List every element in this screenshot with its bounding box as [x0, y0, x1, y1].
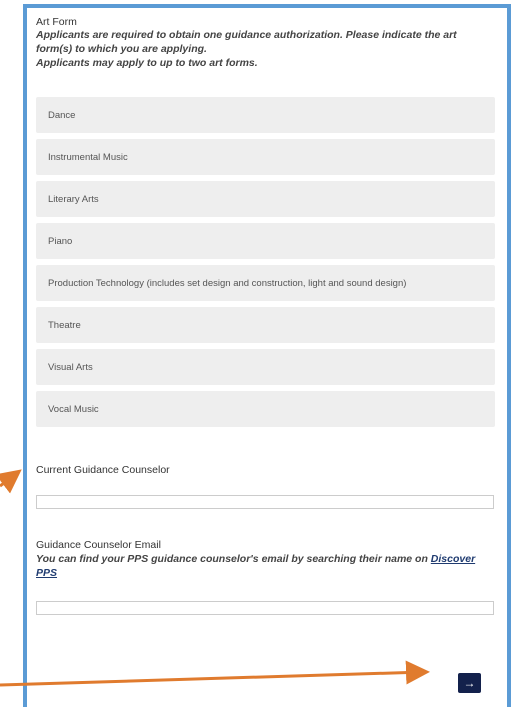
- arrow-to-next-button: [0, 660, 430, 687]
- annotation-arrows: [0, 469, 430, 687]
- arrow-to-counselor: [0, 469, 22, 494]
